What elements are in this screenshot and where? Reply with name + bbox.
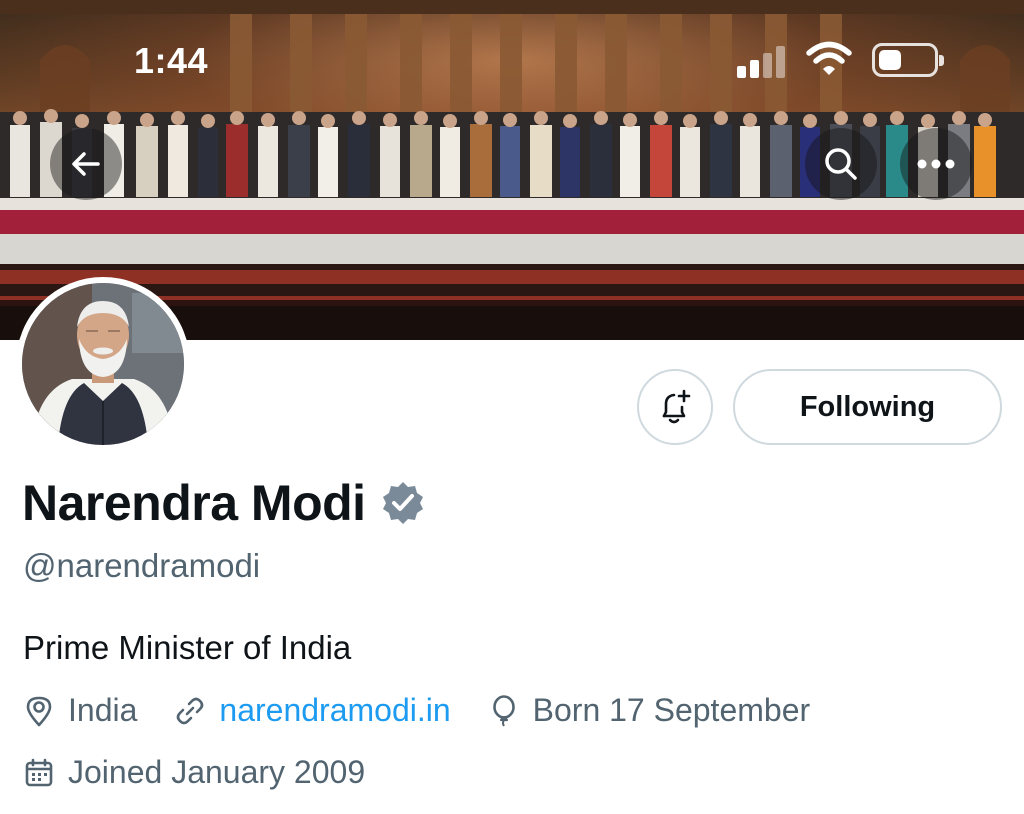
joined-text: Joined January 2009	[68, 754, 366, 790]
bell-plus-icon	[662, 389, 691, 424]
cellular-signal-icon	[737, 46, 787, 78]
website-item[interactable]: narendramodi.in	[173, 692, 451, 729]
birthday-text: Born 17 September	[532, 692, 811, 728]
search-button[interactable]	[805, 128, 877, 200]
profile-joined-row: Joined January 2009	[22, 754, 401, 791]
location-item: India	[22, 692, 137, 729]
profile-handle: @narendramodi	[23, 547, 261, 584]
more-horizontal-icon	[917, 159, 955, 169]
profile-meta-row: India narendramodi.in Born 17 September	[22, 692, 846, 729]
balloon-icon	[492, 694, 515, 727]
birthday-item: Born 17 September	[487, 692, 811, 729]
search-icon	[825, 148, 857, 180]
more-button[interactable]	[900, 128, 972, 200]
profile-display-name: Narendra Modi	[22, 475, 366, 531]
link-icon	[177, 697, 204, 724]
profile-bio: Prime Minister of India	[23, 629, 352, 666]
joined-item: Joined January 2009	[22, 754, 365, 791]
verified-badge-icon[interactable]	[380, 480, 426, 526]
back-button[interactable]	[50, 128, 122, 200]
profile-name-row: Narendra Modi	[22, 474, 426, 532]
status-bar-time: 1:44	[134, 40, 209, 81]
calendar-icon	[25, 758, 53, 786]
wifi-icon	[806, 41, 852, 75]
location-text: India	[68, 692, 138, 728]
avatar-photo	[22, 283, 184, 445]
location-pin-icon	[26, 696, 52, 726]
notifications-button[interactable]	[637, 369, 713, 445]
website-link[interactable]: narendramodi.in	[219, 692, 450, 729]
profile-avatar[interactable]	[16, 277, 190, 451]
battery-icon	[872, 43, 944, 77]
avatar-portrait	[22, 283, 184, 445]
arrow-left-icon	[72, 152, 100, 176]
following-button[interactable]: Following	[733, 369, 1002, 445]
